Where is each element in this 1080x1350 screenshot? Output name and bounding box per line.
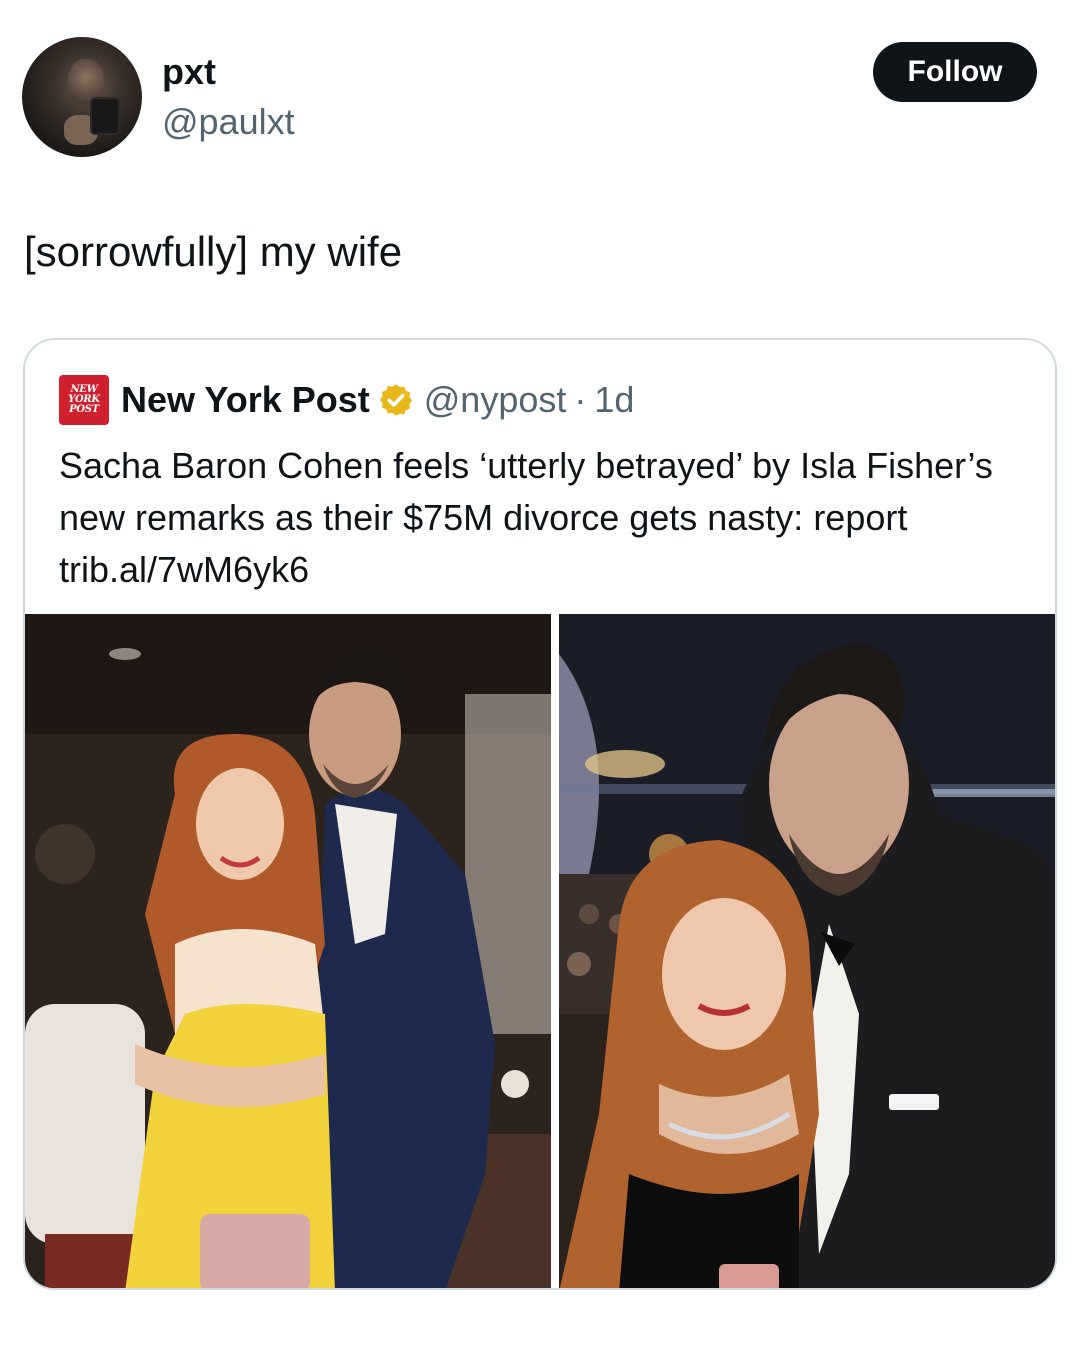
- logo-line-3: POST: [69, 404, 99, 415]
- user-handle[interactable]: @paulxt: [162, 100, 295, 144]
- post-text: [sorrowfully] my wife: [24, 228, 403, 275]
- photo-couple-restaurant[interactable]: [25, 614, 551, 1288]
- quoted-post-text: Sacha Baron Cohen feels ‘utterly betraye…: [59, 445, 993, 590]
- quoted-timestamp[interactable]: 1d: [594, 379, 634, 421]
- quoted-post-card[interactable]: NEW YORK POST New York Post @nypost · 1d…: [23, 338, 1057, 1290]
- media-divider: [551, 614, 555, 1288]
- avatar-phone: [90, 97, 120, 135]
- quoted-display-name[interactable]: New York Post: [121, 379, 370, 421]
- new-york-post-logo[interactable]: NEW YORK POST: [59, 375, 109, 425]
- display-name[interactable]: pxt: [162, 50, 216, 94]
- avatar[interactable]: [22, 37, 142, 157]
- quoted-post-header: NEW YORK POST New York Post @nypost · 1d: [59, 374, 634, 426]
- follow-button[interactable]: Follow: [873, 42, 1037, 102]
- media-grid: [25, 614, 1055, 1288]
- verified-badge-icon: [378, 382, 414, 418]
- separator-dot: ·: [574, 379, 587, 420]
- quoted-handle[interactable]: @nypost: [424, 379, 567, 421]
- photo-couple-ceremony[interactable]: [559, 614, 1055, 1288]
